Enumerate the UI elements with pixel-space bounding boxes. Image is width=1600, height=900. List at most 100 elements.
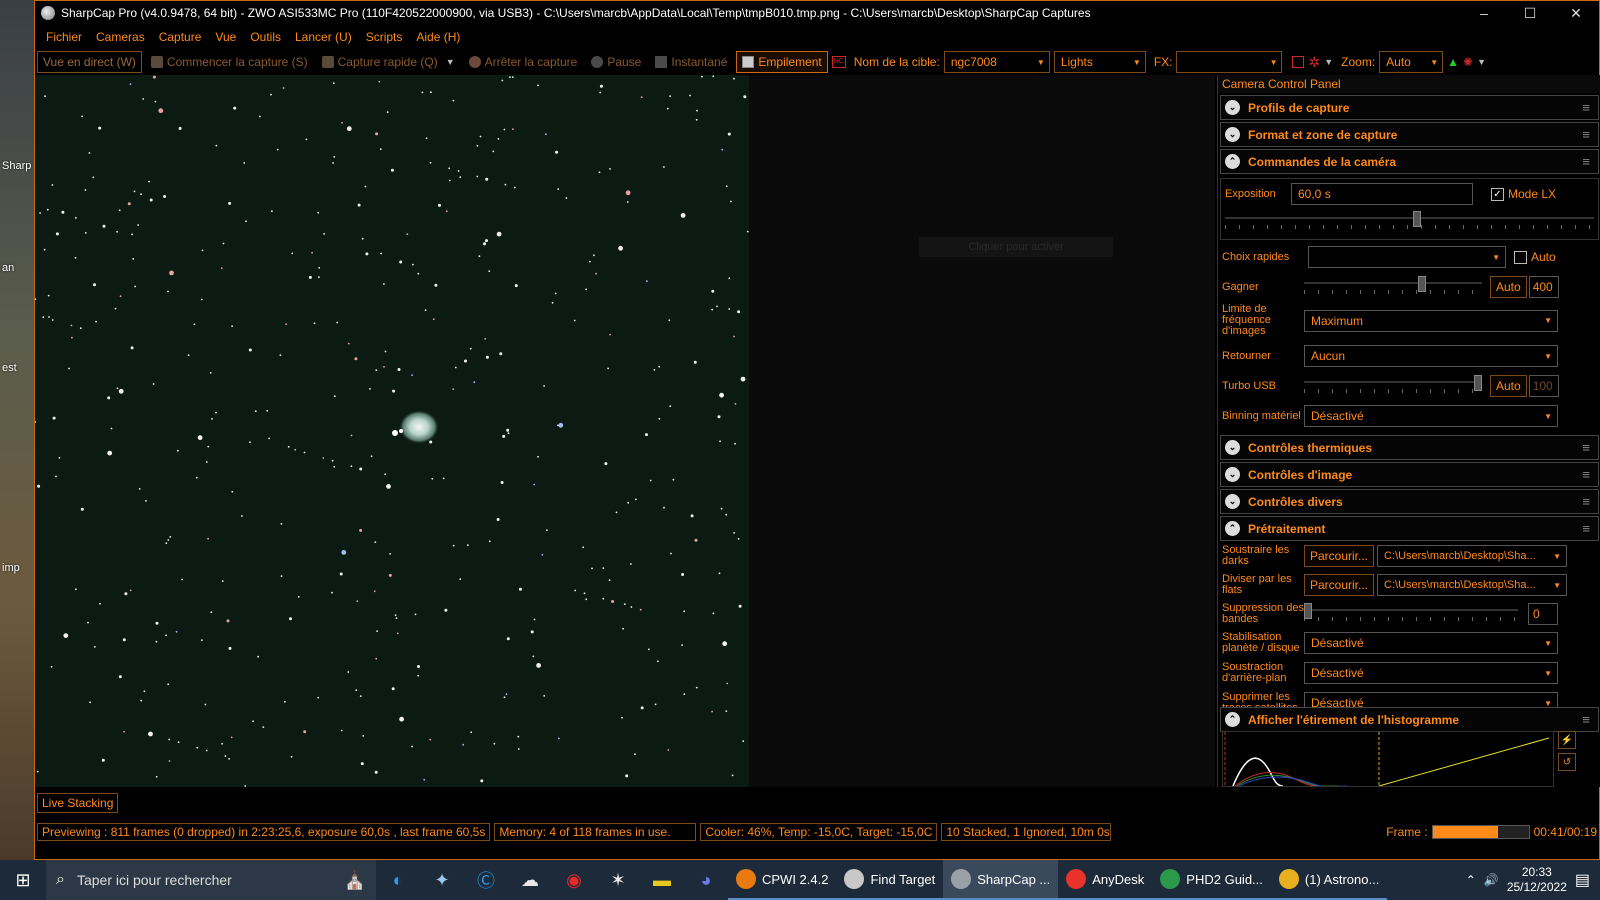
maximize-button[interactable]: ☐ [1507, 1, 1553, 25]
settings-icon[interactable]: ✺ [1463, 55, 1473, 69]
pause-button[interactable]: Pause [586, 51, 646, 73]
menu-icon[interactable]: ≡ [1582, 521, 1590, 536]
menu-icon[interactable]: ≡ [1582, 100, 1590, 115]
histogram-plot[interactable] [1222, 731, 1554, 788]
menu-aide[interactable]: Aide (H) [409, 30, 467, 44]
section-histogram[interactable]: ⌃ Afficher l'étirement de l'histogramme … [1220, 707, 1599, 732]
section-camera-controls[interactable]: ⌃ Commandes de la caméra ≡ [1220, 149, 1599, 174]
section-profiles[interactable]: ⌄ Profils de capture ≡ [1220, 95, 1599, 120]
chevron-down-icon[interactable]: ⌄ [1225, 467, 1240, 482]
slider-thumb[interactable] [1413, 211, 1421, 227]
chevron-down-icon[interactable]: ▼ [446, 57, 455, 67]
chevron-up-icon[interactable]: ⌃ [1466, 873, 1476, 887]
section-misc[interactable]: ⌄ Contrôles divers ≡ [1220, 489, 1599, 514]
start-capture-button[interactable]: Commencer la capture (S) [146, 51, 313, 73]
red-app-icon[interactable]: ◉ [552, 860, 596, 900]
menu-capture[interactable]: Capture [152, 30, 209, 44]
slider-thumb[interactable] [1304, 603, 1312, 619]
chevron-down-icon[interactable]: ⌄ [1225, 100, 1240, 115]
lx-mode-checkbox[interactable]: ✓ [1491, 187, 1504, 201]
desktop-icon-label[interactable]: an [2, 262, 14, 274]
notifications-icon[interactable]: ▤ [1575, 870, 1590, 890]
flats-path-combo[interactable]: C:\Users\marcb\Desktop\Sha... ▼ [1377, 574, 1568, 596]
usb-auto-button[interactable]: Auto [1490, 375, 1527, 397]
quick-auto-checkbox[interactable] [1514, 250, 1527, 264]
target-name-combo[interactable]: ngc7008 ▼ [943, 51, 1050, 73]
banding-value-input[interactable]: 0 [1528, 603, 1558, 625]
flats-browse-button[interactable]: Parcourir... [1304, 574, 1375, 596]
section-format[interactable]: ⌄ Format et zone de capture ≡ [1220, 122, 1599, 147]
chevron-down-icon[interactable]: ▼ [1324, 57, 1333, 67]
stellarium-icon[interactable]: ✦ [420, 860, 464, 900]
chevron-down-icon[interactable]: ⌄ [1225, 440, 1240, 455]
darks-browse-button[interactable]: Parcourir... [1304, 545, 1375, 567]
stabilize-combo[interactable]: Désactivé ▼ [1304, 632, 1558, 654]
usb-value-input[interactable]: 100 [1528, 375, 1559, 397]
histogram-icon[interactable]: ▲ [1447, 55, 1459, 69]
desktop-icon-label[interactable]: Sharp [2, 160, 31, 172]
frame-type-combo[interactable]: Lights ▼ [1053, 51, 1146, 73]
click-to-activate-hint[interactable]: Cliquer pour activer [919, 237, 1113, 257]
star-app-icon[interactable]: ✶ [596, 860, 640, 900]
taskbar-app[interactable]: (1) Astrono... [1270, 860, 1388, 900]
darks-path-combo[interactable]: C:\Users\marcb\Desktop\Sha... ▼ [1377, 545, 1568, 567]
gain-auto-button[interactable]: Auto [1490, 276, 1527, 298]
reset-icon[interactable]: ↺ [1558, 753, 1576, 771]
volume-icon[interactable]: 🔊 [1484, 873, 1499, 887]
menu-outils[interactable]: Outils [243, 30, 288, 44]
section-image-controls[interactable]: ⌄ Contrôles d'image ≡ [1220, 462, 1599, 487]
reticle-icon[interactable] [1292, 56, 1305, 68]
fx-combo[interactable]: ▼ [1176, 51, 1283, 73]
discord-icon[interactable]: ◕ [684, 860, 728, 900]
clock[interactable]: 20:33 25/12/2022 [1507, 865, 1567, 895]
exposure-slider[interactable] [1225, 211, 1594, 233]
background-combo[interactable]: Désactivé ▼ [1304, 662, 1558, 684]
chevron-down-icon[interactable]: ⌄ [1225, 127, 1240, 142]
section-thermal[interactable]: ⌄ Contrôles thermiques ≡ [1220, 435, 1599, 460]
menu-lancer[interactable]: Lancer (U) [288, 30, 359, 44]
lightning-icon[interactable]: ⚡ [1558, 731, 1576, 749]
desktop-icon-label[interactable]: est [2, 362, 17, 374]
menu-scripts[interactable]: Scripts [359, 30, 410, 44]
menu-icon[interactable]: ≡ [1582, 712, 1590, 727]
stacking-button[interactable]: Empilement [736, 51, 828, 73]
menu-vue[interactable]: Vue [208, 30, 243, 44]
chevron-up-icon[interactable]: ⌃ [1225, 712, 1240, 727]
menu-icon[interactable]: ≡ [1582, 127, 1590, 142]
taskbar-app[interactable]: AnyDesk [1058, 860, 1153, 900]
chevron-up-icon[interactable]: ⌃ [1225, 154, 1240, 169]
menu-fichier[interactable]: Fichier [39, 30, 89, 44]
close-button[interactable]: ✕ [1553, 1, 1599, 25]
ccleaner-icon[interactable]: Ⓒ [464, 860, 508, 900]
menu-icon[interactable]: ≡ [1582, 467, 1590, 482]
desktop-icon-label[interactable]: imp [2, 562, 20, 574]
live-view-button[interactable]: Vue en direct (W) [37, 51, 142, 73]
menu-cameras[interactable]: Cameras [89, 30, 152, 44]
stop-capture-button[interactable]: Arrêter la capture [464, 51, 583, 73]
minimize-button[interactable]: – [1461, 1, 1507, 25]
image-viewport[interactable]: Cliquer pour activer [35, 75, 1215, 787]
taskbar-search[interactable]: ⌕ Taper ici pour rechercher ⛪ [46, 860, 376, 900]
usb-turbo-slider[interactable] [1304, 375, 1482, 397]
section-preprocessing[interactable]: ⌃ Prétraitement ≡ [1220, 516, 1599, 541]
menu-icon[interactable]: ≡ [1582, 154, 1590, 169]
star-field-image[interactable] [35, 75, 749, 787]
slider-thumb[interactable] [1474, 375, 1482, 391]
file-explorer-icon[interactable]: ▬ [640, 860, 684, 900]
taskbar-app[interactable]: SharpCap ... [943, 860, 1059, 900]
quick-choice-combo[interactable]: ▼ [1308, 246, 1506, 268]
framerate-combo[interactable]: Maximum ▼ [1304, 309, 1558, 332]
crosshair-icon[interactable]: ✲ [1308, 54, 1320, 71]
menu-icon[interactable]: ≡ [1582, 494, 1590, 509]
taskbar-app[interactable]: CPWI 2.4.2 [728, 860, 837, 900]
quick-capture-button[interactable]: Capture rapide (Q) ▼ [317, 51, 460, 73]
taskbar-app[interactable]: PHD2 Guid... [1152, 860, 1271, 900]
flip-combo[interactable]: Aucun ▼ [1304, 345, 1558, 367]
chevron-up-icon[interactable]: ⌃ [1225, 521, 1240, 536]
title-bar[interactable]: SharpCap Pro (v4.0.9478, 64 bit) - ZWO A… [35, 1, 1599, 25]
edge-browser-icon[interactable]: ◐ [376, 860, 420, 900]
slider-thumb[interactable] [1418, 276, 1426, 292]
chevron-down-icon[interactable]: ▼ [1477, 57, 1486, 67]
snapshot-button[interactable]: Instantané [650, 51, 732, 73]
cloud-app-icon[interactable]: ☁ [508, 860, 552, 900]
